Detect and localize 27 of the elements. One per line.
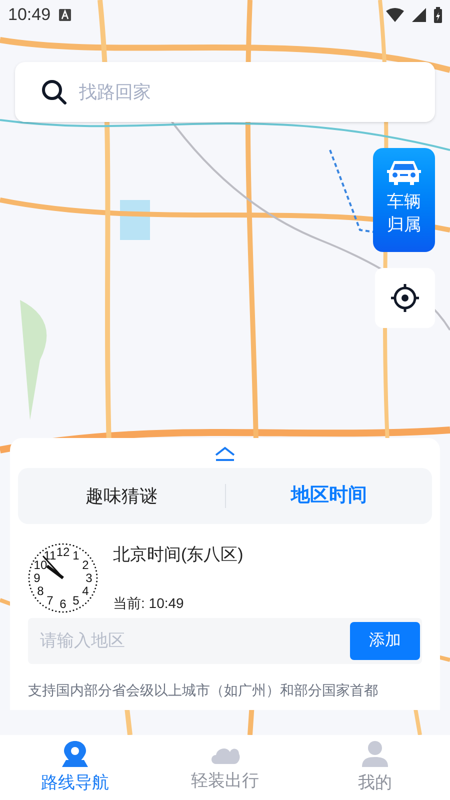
support-note: 支持国内部分省会级以上城市（如广州）和部分国家首都 xyxy=(28,681,379,700)
tab[interactable]: 地区时间 xyxy=(226,482,432,510)
signal-icon xyxy=(412,8,426,22)
add-button[interactable]: 添加 xyxy=(350,622,420,660)
nav-tab[interactable]: 我的 xyxy=(300,735,450,800)
region-input[interactable]: 请输入地区 xyxy=(40,628,350,654)
search-field[interactable]: 找路回家 xyxy=(15,62,435,122)
locate-button[interactable] xyxy=(375,268,435,328)
nav-tab[interactable]: 轻装出行 xyxy=(150,735,300,800)
tab[interactable]: 趣味猜谜 xyxy=(18,482,224,510)
font-a-icon xyxy=(58,9,71,21)
status-time: 10:49 xyxy=(8,4,51,26)
vehicle-lookup-button[interactable]: 车辆归属 xyxy=(373,148,435,252)
battery-icon xyxy=(434,7,442,23)
analog-clock-drawing: 1112 1 10 2 9 3 8 4 7 6 5 xyxy=(27,542,99,614)
search-icon xyxy=(41,79,67,105)
location-pin-icon xyxy=(60,740,90,768)
current-time: 当前: 10:49 xyxy=(113,594,185,613)
timezone-title: 北京时间(东八区) xyxy=(113,544,244,566)
region-field[interactable]: 请输入地区 添加 xyxy=(28,618,422,664)
car-icon xyxy=(386,158,422,186)
wifi-icon xyxy=(386,8,404,22)
person-icon xyxy=(361,740,389,768)
nav-tab[interactable]: 路线导航 xyxy=(0,735,150,800)
chevron-up-icon[interactable] xyxy=(214,446,236,462)
crosshair-icon xyxy=(390,283,420,313)
search-input[interactable]: 找路回家 xyxy=(79,78,409,106)
